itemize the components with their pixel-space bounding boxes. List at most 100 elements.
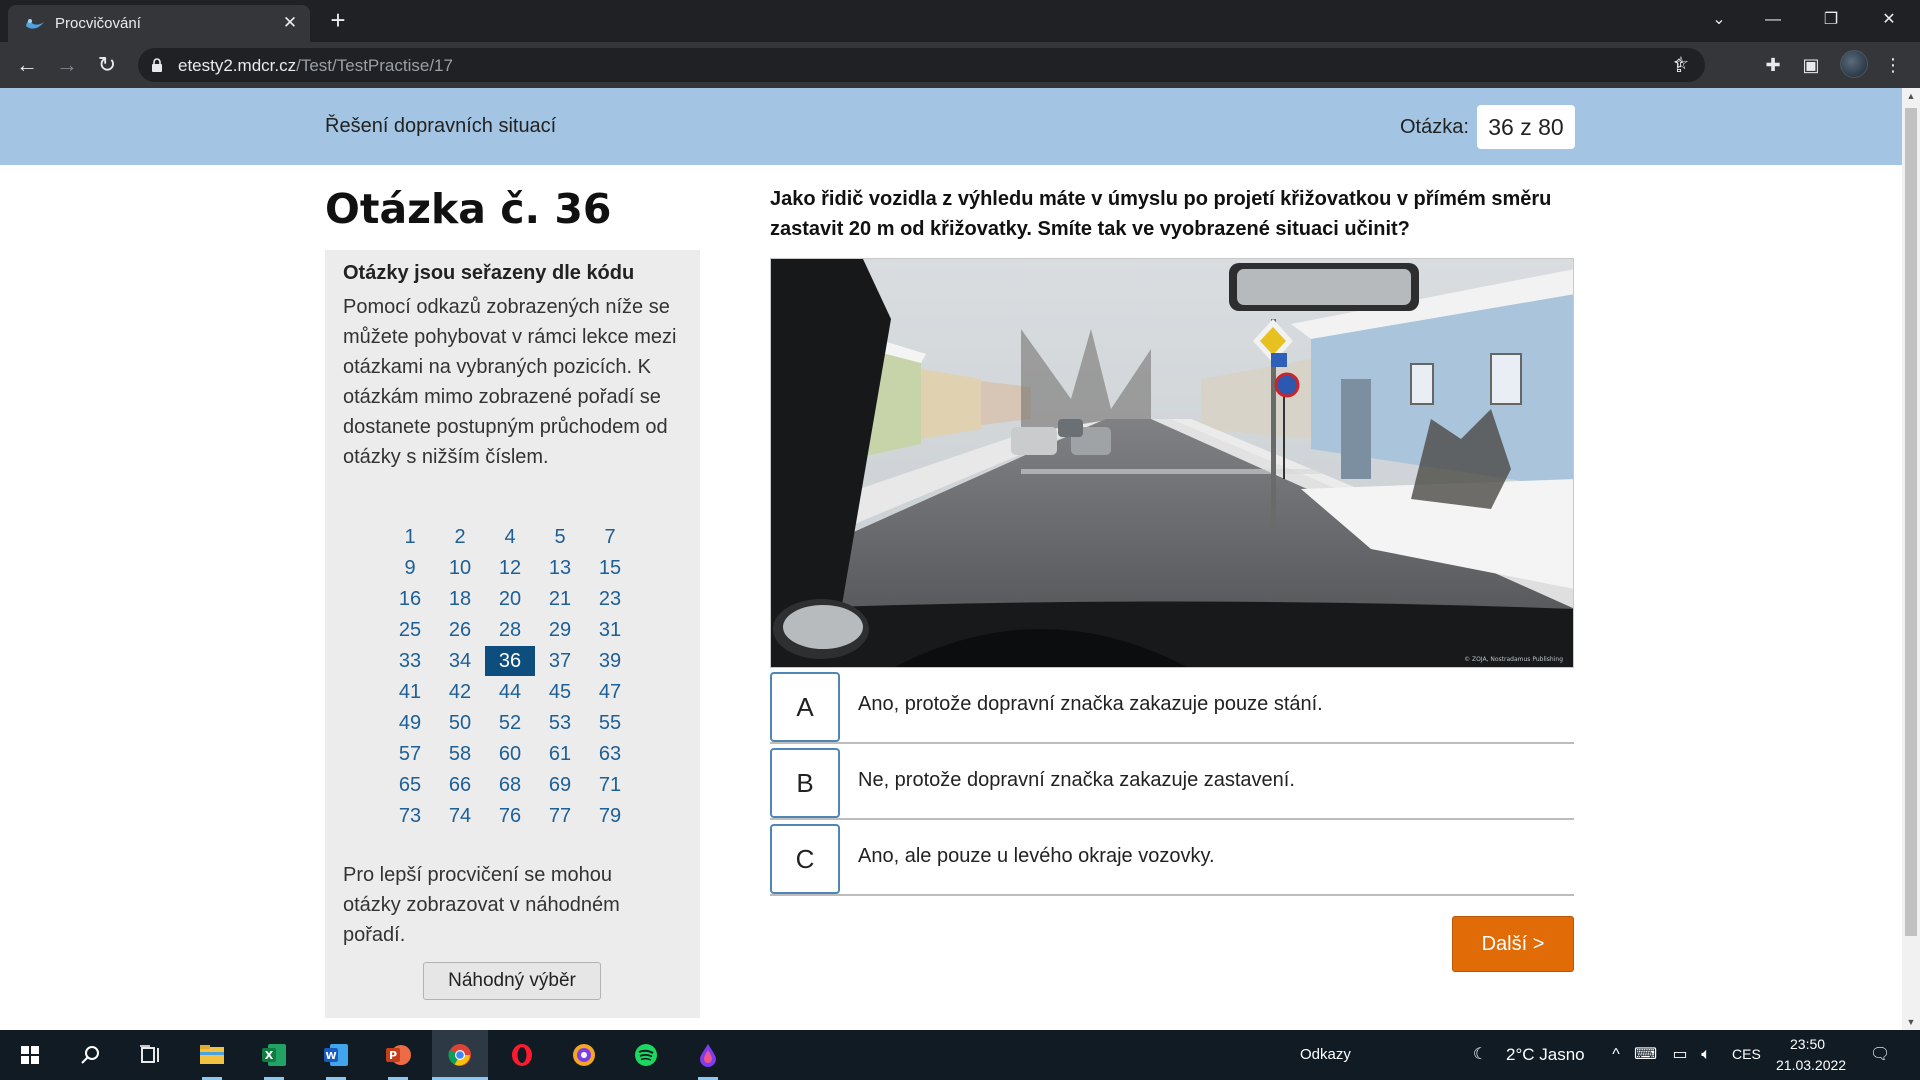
question-link[interactable]: 28	[485, 615, 535, 645]
bookmark-star-icon[interactable]: ☆	[1668, 50, 1694, 76]
question-link[interactable]: 20	[485, 584, 535, 614]
question-link[interactable]: 26	[435, 615, 485, 645]
minimize-icon[interactable]: —	[1750, 0, 1796, 40]
browser-tab[interactable]: Procvičování ✕	[8, 5, 310, 42]
question-link[interactable]: 37	[535, 646, 585, 676]
answer-text[interactable]: Ano, ale pouze u levého okraje vozovky.	[858, 845, 1215, 868]
answer-text[interactable]: Ano, protože dopravní značka zakazuje po…	[858, 693, 1323, 716]
new-tab-icon[interactable]: +	[324, 6, 352, 34]
question-link[interactable]: 68	[485, 770, 535, 800]
answer-option-a[interactable]: A Ano, protože dopravní značka zakazuje …	[770, 670, 1574, 744]
question-link[interactable]: 77	[535, 801, 585, 831]
question-link[interactable]: 33	[385, 646, 435, 676]
clock-time[interactable]: 23:50	[1790, 1036, 1825, 1052]
task-view-button[interactable]	[122, 1030, 178, 1080]
question-link[interactable]: 79	[585, 801, 635, 831]
word-app[interactable]: W	[308, 1030, 364, 1080]
scroll-thumb[interactable]	[1905, 108, 1917, 936]
profile-avatar[interactable]	[1840, 50, 1868, 78]
question-link[interactable]: 73	[385, 801, 435, 831]
question-link[interactable]: 29	[535, 615, 585, 645]
page-scrollbar[interactable]: ▲ ▼	[1902, 88, 1920, 1030]
scroll-up-icon[interactable]: ▲	[1902, 88, 1920, 104]
question-link[interactable]: 7	[585, 522, 635, 552]
powerpoint-app[interactable]: P	[370, 1030, 426, 1080]
back-icon[interactable]: ←	[12, 50, 42, 80]
spotify-app[interactable]	[618, 1030, 674, 1080]
question-link[interactable]: 50	[435, 708, 485, 738]
question-link[interactable]: 44	[485, 677, 535, 707]
question-link[interactable]: 12	[485, 553, 535, 583]
question-link[interactable]: 60	[485, 739, 535, 769]
answer-letter[interactable]: C	[770, 824, 840, 894]
question-link[interactable]: 23	[585, 584, 635, 614]
question-link[interactable]: 55	[585, 708, 635, 738]
question-link[interactable]: 5	[535, 522, 585, 552]
language-indicator[interactable]: CES	[1732, 1046, 1761, 1062]
question-link[interactable]: 16	[385, 584, 435, 614]
tray-chevron-up-icon[interactable]: ^	[1606, 1045, 1626, 1065]
answer-option-c[interactable]: C Ano, ale pouze u levého okraje vozovky…	[770, 822, 1574, 896]
question-link[interactable]: 66	[435, 770, 485, 800]
question-link[interactable]: 18	[435, 584, 485, 614]
next-question-button[interactable]: Další >	[1452, 916, 1574, 972]
question-link[interactable]: 57	[385, 739, 435, 769]
url-text[interactable]: etesty2.mdcr.cz/Test/TestPractise/17	[178, 56, 453, 76]
start-button[interactable]	[2, 1030, 58, 1080]
answer-letter[interactable]: B	[770, 748, 840, 818]
question-link[interactable]: 1	[385, 522, 435, 552]
address-bar[interactable]: etesty2.mdcr.cz/Test/TestPractise/17 ⇪	[138, 48, 1705, 82]
weather-text[interactable]: 2°C Jasno	[1506, 1045, 1585, 1065]
file-explorer-app[interactable]	[184, 1030, 240, 1080]
question-link[interactable]: 4	[485, 522, 535, 552]
answer-letter[interactable]: A	[770, 672, 840, 742]
question-link[interactable]: 63	[585, 739, 635, 769]
question-link[interactable]: 13	[535, 553, 585, 583]
question-link[interactable]: 41	[385, 677, 435, 707]
restore-icon[interactable]: ❐	[1808, 0, 1854, 40]
extensions-icon[interactable]: ✚	[1760, 52, 1786, 78]
question-link[interactable]: 61	[535, 739, 585, 769]
paint-app[interactable]	[680, 1030, 736, 1080]
search-button[interactable]	[62, 1030, 118, 1080]
question-link[interactable]: 69	[535, 770, 585, 800]
question-link[interactable]: 47	[585, 677, 635, 707]
excel-app[interactable]: X	[246, 1030, 302, 1080]
question-link[interactable]: 42	[435, 677, 485, 707]
question-link[interactable]: 21	[535, 584, 585, 614]
clock-date[interactable]: 21.03.2022	[1776, 1057, 1846, 1073]
random-selection-button[interactable]: Náhodný výběr	[423, 962, 601, 1000]
answer-text[interactable]: Ne, protože dopravní značka zakazuje zas…	[858, 769, 1295, 792]
question-link[interactable]: 71	[585, 770, 635, 800]
question-link[interactable]: 25	[385, 615, 435, 645]
question-link[interactable]: 65	[385, 770, 435, 800]
question-link[interactable]: 49	[385, 708, 435, 738]
reload-icon[interactable]: ↻	[92, 50, 122, 80]
question-link[interactable]: 39	[585, 646, 635, 676]
question-link[interactable]: 15	[585, 553, 635, 583]
notifications-icon[interactable]: 🗨︎	[1870, 1045, 1890, 1065]
question-link[interactable]: 9	[385, 553, 435, 583]
links-toolbar-label[interactable]: Odkazy	[1300, 1046, 1351, 1063]
network-icon[interactable]: ⌨	[1634, 1045, 1657, 1065]
question-link[interactable]: 53	[535, 708, 585, 738]
question-link[interactable]: 2	[435, 522, 485, 552]
question-link[interactable]: 31	[585, 615, 635, 645]
question-link[interactable]: 45	[535, 677, 585, 707]
menu-icon[interactable]: ⋮	[1880, 52, 1906, 78]
forward-icon[interactable]: →	[52, 50, 82, 80]
close-window-icon[interactable]: ✕	[1866, 0, 1912, 40]
question-link[interactable]: 58	[435, 739, 485, 769]
question-link[interactable]: 76	[485, 801, 535, 831]
side-panel-icon[interactable]: ▣	[1798, 52, 1824, 78]
opera-app[interactable]	[494, 1030, 550, 1080]
tab-search-icon[interactable]: ⌄	[1696, 0, 1742, 40]
question-link[interactable]: 74	[435, 801, 485, 831]
question-link[interactable]: 52	[485, 708, 535, 738]
chrome-app[interactable]	[432, 1030, 488, 1080]
battery-icon[interactable]: ▭	[1670, 1045, 1690, 1065]
brave-app[interactable]	[556, 1030, 612, 1080]
scroll-down-icon[interactable]: ▼	[1902, 1014, 1920, 1030]
question-link[interactable]: 34	[435, 646, 485, 676]
volume-icon[interactable]: 🔈︎	[1696, 1045, 1716, 1065]
